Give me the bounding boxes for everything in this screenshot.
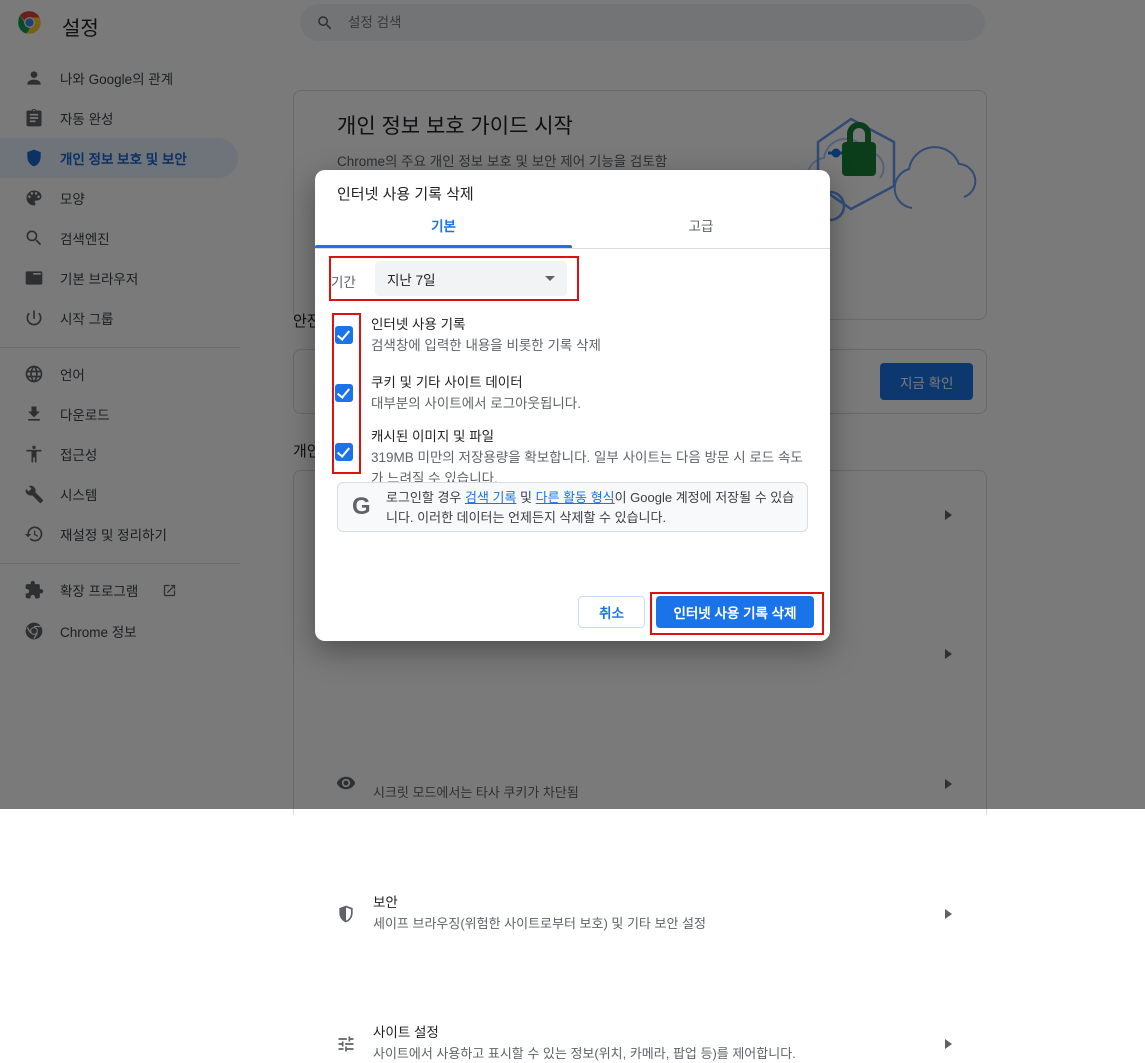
clear-browsing-data-dialog: 인터넷 사용 기록 삭제 기본 고급 기간 지난 7일 인터넷 사용 기록 검색… <box>315 170 830 641</box>
cancel-button[interactable]: 취소 <box>578 596 645 628</box>
row-subtitle: 사이트에서 사용하고 표시할 수 있는 정보(위치, 카메라, 팝업 등)를 제… <box>373 1045 933 1063</box>
row-title: 보안 <box>373 894 398 912</box>
cookies-checkbox[interactable] <box>335 384 353 402</box>
tune-icon <box>336 1034 356 1054</box>
shield-icon <box>336 904 356 924</box>
checkbox-title: 캐시된 이미지 및 파일 <box>371 427 807 447</box>
checkbox-row-browsing-history: 인터넷 사용 기록 검색창에 입력한 내용을 비롯한 기록 삭제 <box>335 315 807 371</box>
checkbox-subtitle: 대부분의 사이트에서 로그아웃됩니다. <box>371 393 811 414</box>
active-tab-underline <box>315 245 572 248</box>
tab-advanced[interactable]: 고급 <box>572 202 830 248</box>
checkbox-title: 인터넷 사용 기록 <box>371 315 807 335</box>
dialog-title: 인터넷 사용 기록 삭제 <box>337 183 474 204</box>
clear-data-button[interactable]: 인터넷 사용 기록 삭제 <box>656 596 814 628</box>
time-range-label: 기간 <box>331 271 356 291</box>
tab-basic[interactable]: 기본 <box>315 202 572 248</box>
other-activity-link[interactable]: 다른 활동 형식 <box>536 490 615 505</box>
checkbox-title: 쿠키 및 기타 사이트 데이터 <box>371 373 807 393</box>
row-title: 사이트 설정 <box>373 1024 439 1042</box>
checkbox-row-cookies: 쿠키 및 기타 사이트 데이터 대부분의 사이트에서 로그아웃됩니다. <box>335 373 807 429</box>
cached-files-checkbox[interactable] <box>335 443 353 461</box>
browsing-history-checkbox[interactable] <box>335 326 353 344</box>
checkbox-subtitle: 검색창에 입력한 내용을 비롯한 기록 삭제 <box>371 335 811 356</box>
time-range-value: 지난 7일 <box>387 269 436 289</box>
row-subtitle: 세이프 브라우징(위험한 사이트로부터 보호) 및 기타 보안 설정 <box>373 915 933 933</box>
chevron-right-icon <box>945 909 952 919</box>
dialog-tabs: 기본 고급 <box>315 202 830 249</box>
note-text: 로그인할 경우 검색 기록 및 다른 활동 형식이 Google 계정에 저장될… <box>386 488 799 528</box>
note-segment: 및 <box>516 490 535 505</box>
search-history-link[interactable]: 검색 기록 <box>465 490 516 505</box>
note-segment: 로그인할 경우 <box>386 490 465 505</box>
chevron-right-icon <box>945 1039 952 1049</box>
google-g-icon: G <box>352 493 371 521</box>
time-range-select[interactable]: 지난 7일 <box>375 261 567 296</box>
dropdown-arrow-icon <box>545 276 555 281</box>
google-account-note: G 로그인할 경우 검색 기록 및 다른 활동 형식이 Google 계정에 저… <box>337 482 808 532</box>
